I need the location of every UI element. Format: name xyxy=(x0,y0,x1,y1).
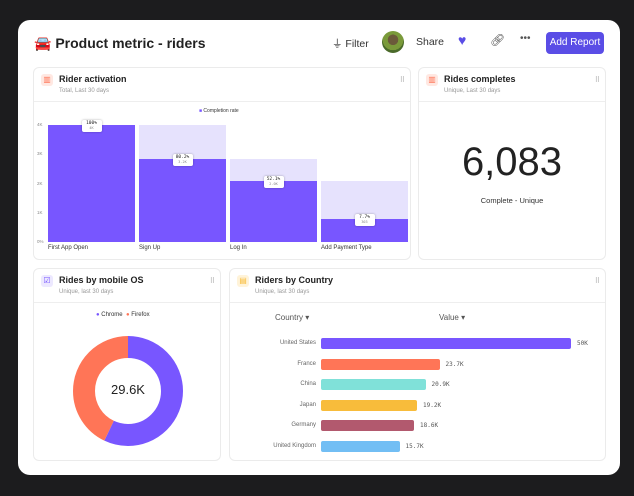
country-label: France xyxy=(297,360,316,367)
country-bar[interactable] xyxy=(321,379,426,390)
panel-title: Riders by Country xyxy=(255,275,334,285)
bar-chart-icon: ▥ xyxy=(426,74,438,86)
metric-value: 6,083 xyxy=(461,140,563,184)
heart-icon[interactable]: ♥ xyxy=(458,32,466,48)
count-label: 2.0K xyxy=(269,181,278,186)
panel-subtitle: Unique, Last 30 days xyxy=(444,88,501,94)
y-tick: 1K xyxy=(37,209,43,215)
donut-center-value: 29.6K xyxy=(111,382,145,397)
country-column-header[interactable]: Country ▾ xyxy=(275,313,309,322)
value-column-header[interactable]: Value ▾ xyxy=(439,313,465,322)
funnel-bar[interactable] xyxy=(139,158,226,242)
value-label: 18.6K xyxy=(420,422,439,429)
category-label: Log In xyxy=(230,245,247,251)
country-bar[interactable] xyxy=(321,338,571,349)
panel-title: Rider activation xyxy=(59,74,127,84)
bar-tooltip: 100% 4K xyxy=(81,120,102,132)
metric-caption: Complete - Unique xyxy=(480,196,544,205)
count-label: 4K xyxy=(89,126,94,130)
funnel-bar[interactable] xyxy=(48,125,135,242)
value-label: 23.7K xyxy=(445,360,464,368)
value-label: 50K xyxy=(577,340,588,347)
country-bar[interactable] xyxy=(321,358,440,370)
filter-icon: ⏚ xyxy=(332,38,343,50)
panel-subtitle: Total, Last 30 days xyxy=(59,88,110,94)
panel-subtitle: Unique, last 30 days xyxy=(59,289,114,295)
rides-completes-panel: ▥ Rides completes Unique, Last 30 days ⠿… xyxy=(418,67,606,260)
filter-button[interactable]: ⏚ Filter xyxy=(332,36,369,51)
dashboard-card: 🚘 Product metric - riders ⏚ Filter Share… xyxy=(18,20,620,475)
drag-handle-icon[interactable]: ⠿ xyxy=(400,76,405,84)
drag-handle-icon[interactable]: ⠿ xyxy=(210,277,215,285)
share-button[interactable]: Share xyxy=(416,36,444,48)
page-title: 🚘 Product metric - riders xyxy=(34,35,206,51)
avatar[interactable] xyxy=(382,31,404,53)
count-label: 303 xyxy=(361,219,368,224)
country-bar[interactable] xyxy=(321,440,400,452)
country-bar[interactable] xyxy=(321,399,417,411)
mobile-os-panel: ☑ Rides by mobile OS Unique, last 30 day… xyxy=(33,268,221,461)
legend: ■ Completion rate xyxy=(199,108,239,114)
y-tick: 0% xyxy=(37,239,44,244)
country-label: Japan xyxy=(299,401,316,408)
value-label: 15.7K xyxy=(405,442,424,450)
panel-subtitle: Unique, last 30 days xyxy=(255,289,310,295)
y-tick: 2K xyxy=(37,180,43,186)
y-tick: 3K xyxy=(37,151,43,157)
panel-title: Rides by mobile OS xyxy=(59,275,144,285)
country-label: China xyxy=(300,381,316,387)
country-label: United States xyxy=(279,340,316,346)
link-icon[interactable]: 🔗︎ xyxy=(490,33,505,47)
category-label: First App Open xyxy=(48,245,89,251)
drag-handle-icon[interactable]: ⠿ xyxy=(595,277,600,285)
category-label: Add Payment Type xyxy=(321,245,372,251)
car-icon: 🚘 xyxy=(34,35,52,51)
checklist-icon: ☑ xyxy=(41,275,53,287)
funnel-bar[interactable] xyxy=(230,180,317,242)
country-bar[interactable] xyxy=(321,420,414,431)
panel-title: Rides completes xyxy=(444,74,516,84)
bar-chart-icon: ▥ xyxy=(41,74,53,86)
more-icon[interactable]: ••• xyxy=(520,33,531,44)
legend: ● Chrome ● Firefox xyxy=(96,312,150,318)
bar-tooltip: 52.1% 2.0K xyxy=(263,175,284,188)
add-report-button[interactable]: Add Report xyxy=(546,32,604,54)
count-label: 3.2K xyxy=(178,159,187,164)
table-icon: ▤ xyxy=(237,275,249,287)
country-label: Germany xyxy=(291,422,316,428)
country-label: United Kingdom xyxy=(273,442,316,449)
value-label: 19.2K xyxy=(423,401,442,409)
drag-handle-icon[interactable]: ⠿ xyxy=(595,76,600,84)
bar-tooltip: 80.2% 3.2K xyxy=(172,153,193,166)
category-label: Sign Up xyxy=(139,245,161,251)
bar-tooltip: 7.7% 303 xyxy=(354,213,375,226)
rider-activation-panel: ▥ Rider activation Total, Last 30 days ⠿… xyxy=(33,67,411,260)
country-panel: ▤ Riders by Country Unique, last 30 days… xyxy=(229,268,606,461)
value-label: 20.9K xyxy=(431,381,450,388)
y-tick: 4K xyxy=(37,122,43,127)
